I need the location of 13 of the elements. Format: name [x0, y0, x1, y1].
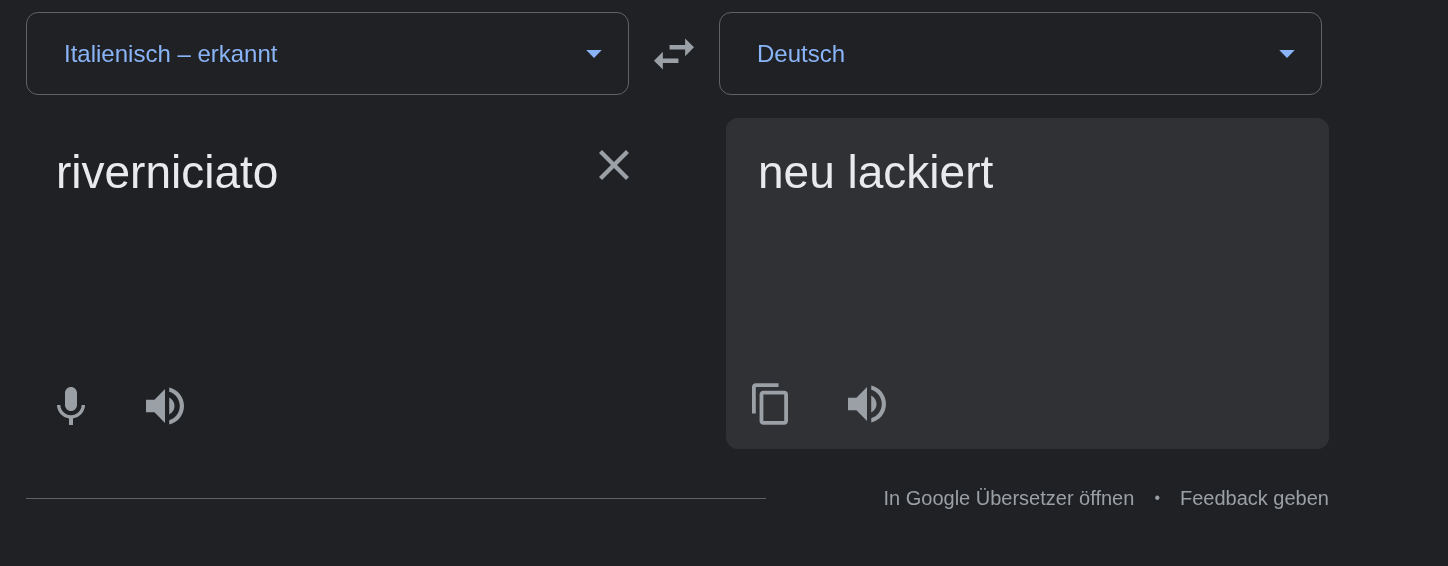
microphone-icon[interactable] — [56, 387, 86, 425]
copy-icon[interactable] — [752, 383, 788, 425]
speaker-icon[interactable] — [848, 385, 886, 423]
footer-link[interactable]: Feedback geben — [1180, 483, 1329, 513]
source-language-dropdown[interactable]: Italienisch – erkannt — [26, 12, 629, 95]
speaker-icon[interactable] — [146, 387, 184, 425]
source-text-field[interactable]: riverniciato — [56, 140, 279, 204]
close-icon[interactable] — [599, 150, 629, 180]
footer-link[interactable]: In Google Übersetzer öffnen — [883, 483, 1135, 513]
separator-dot: • — [1154, 488, 1160, 508]
translation-text: neu lackiert — [758, 145, 995, 200]
target-language-dropdown[interactable]: Deutsch — [719, 12, 1322, 95]
swap-icon[interactable] — [654, 37, 694, 70]
